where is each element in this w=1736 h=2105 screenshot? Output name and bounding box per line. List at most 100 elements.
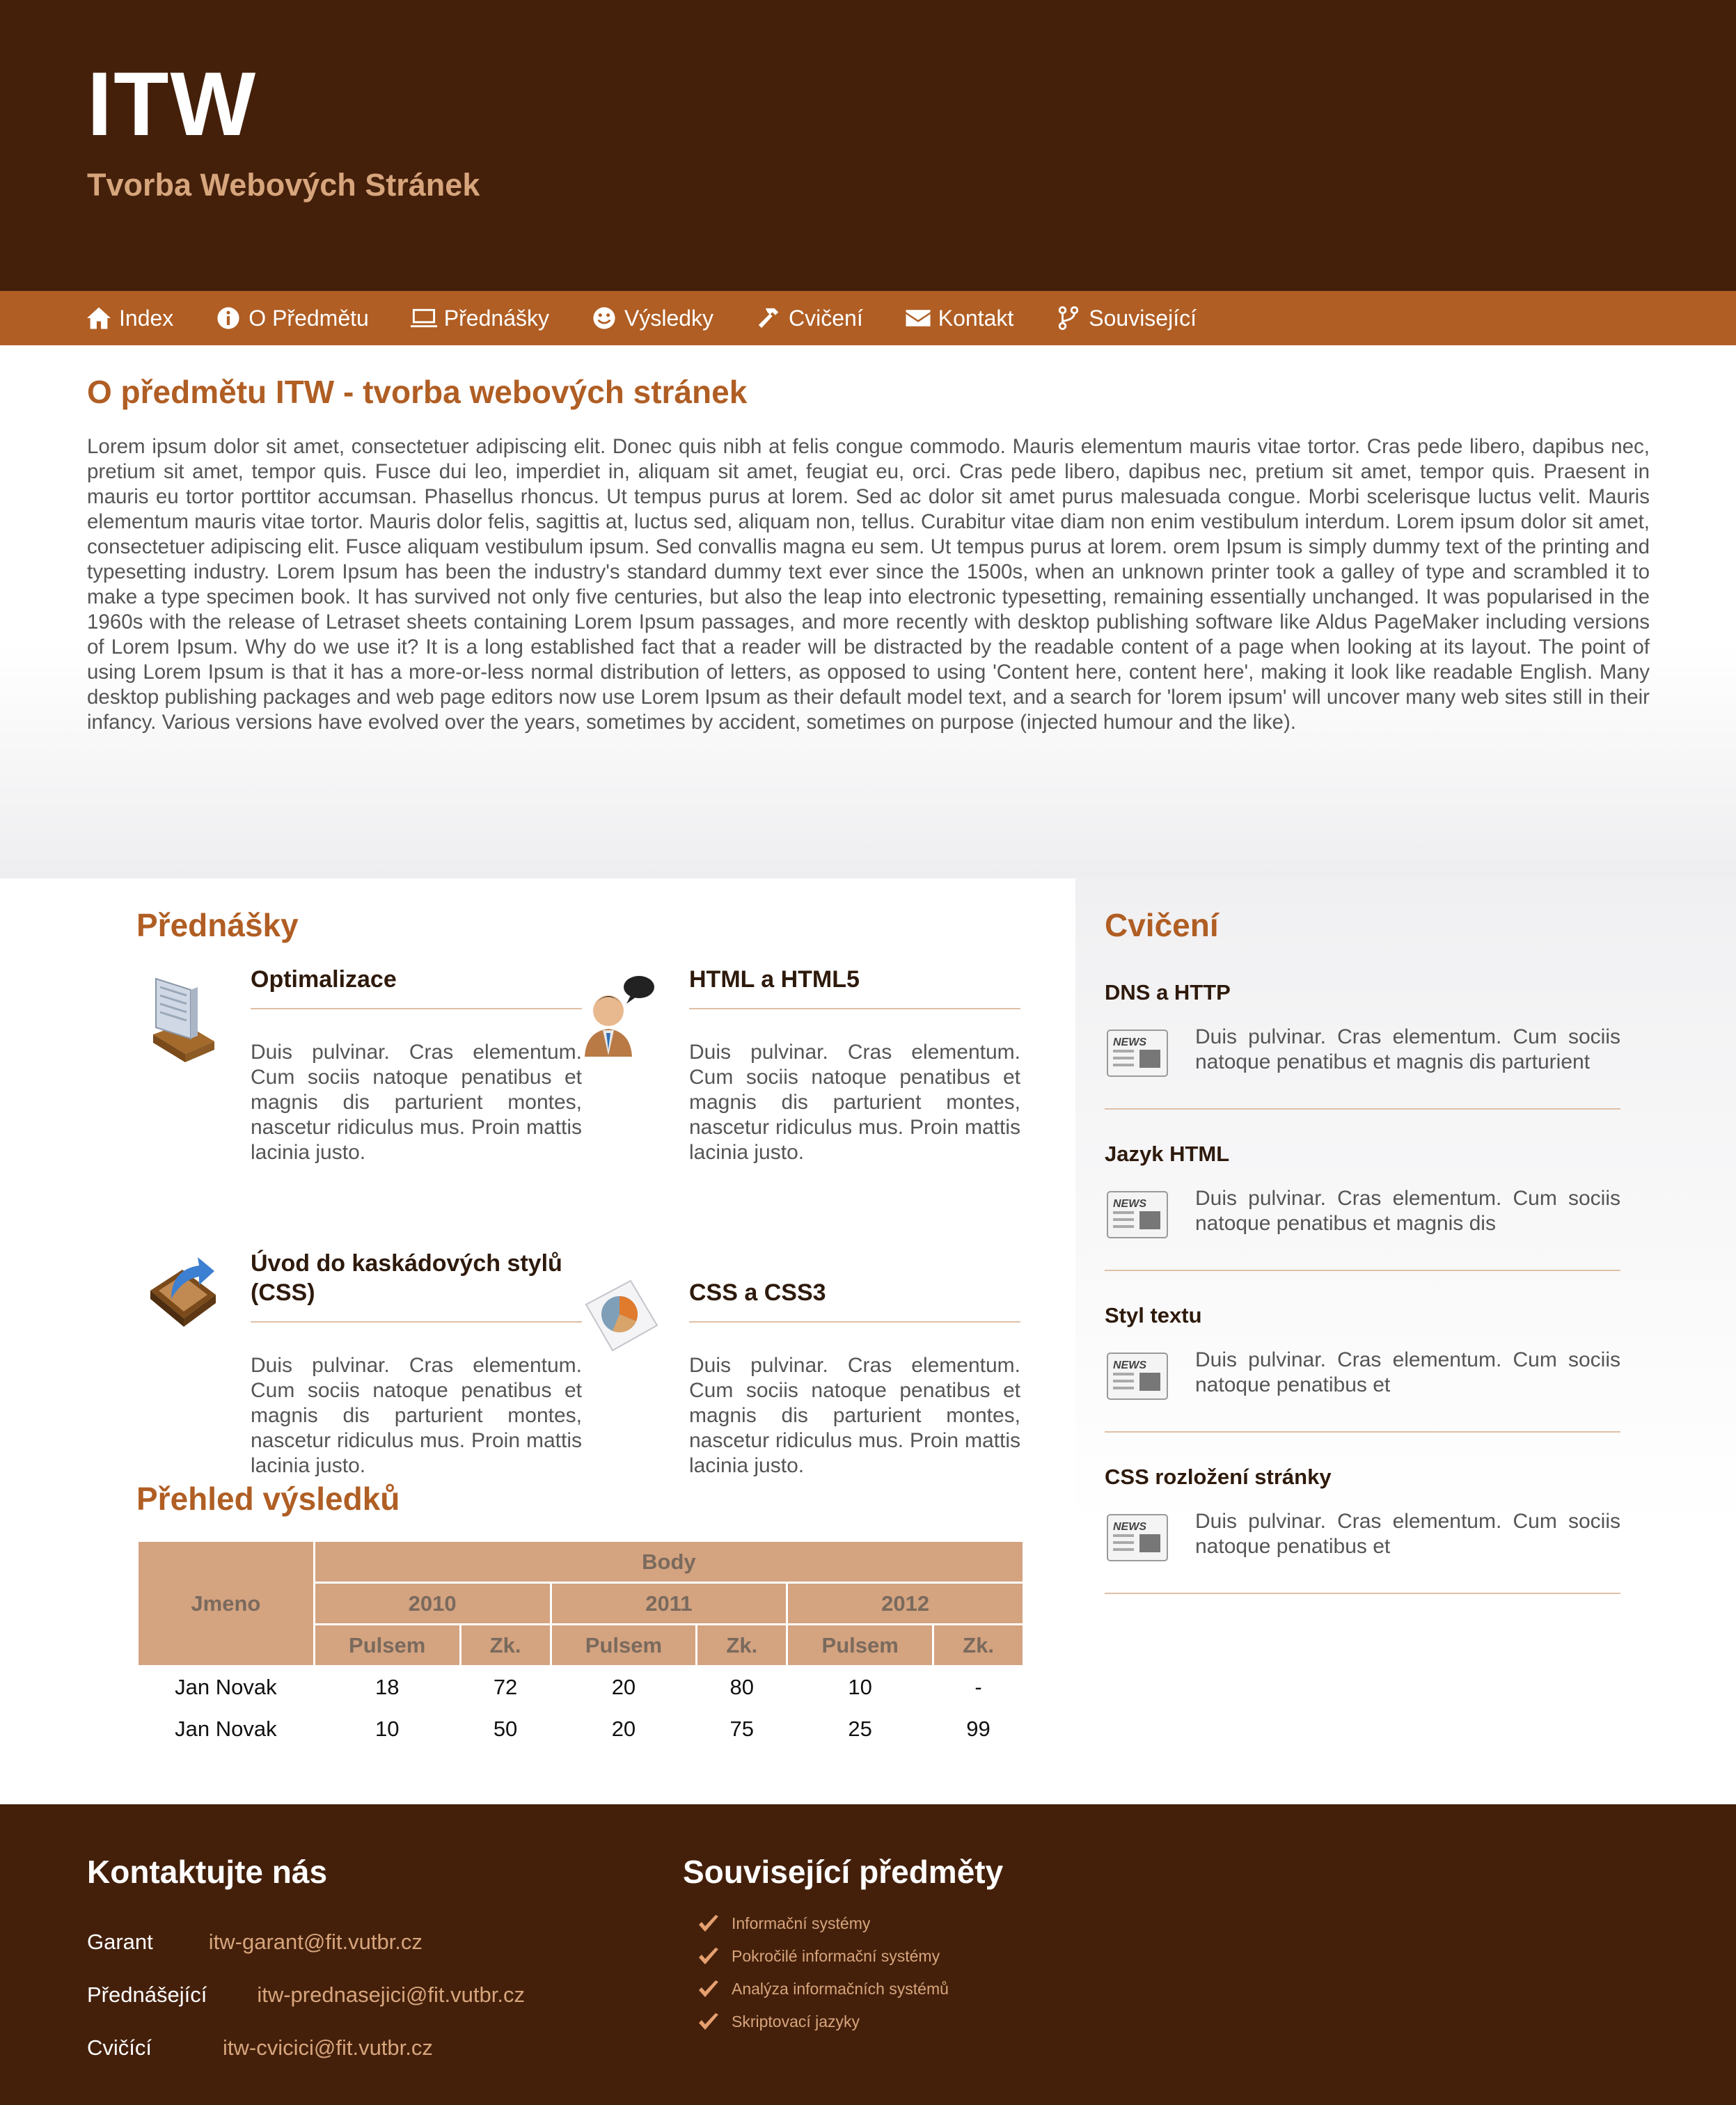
table-row: Jan Novak 18 72 20 80 10 - [138, 1666, 1024, 1708]
results-table: Jmeno Body 2010 2011 2012 Pulsem Zk. Pul… [136, 1540, 1025, 1750]
nav-item-souvisejici[interactable]: Související [1055, 306, 1197, 331]
envelope-icon [906, 310, 931, 326]
divider [1105, 1431, 1620, 1433]
col-header-sub: Pulsem [786, 1623, 935, 1667]
table-cell: 75 [729, 1716, 755, 1741]
results-title: Přehled výsledků [136, 1481, 400, 1517]
divider [1105, 1593, 1620, 1594]
nav-item-vysledky[interactable]: Výsledky [591, 306, 713, 331]
contact-email-link[interactable]: itw-prednasejici@fit.vutbr.cz [257, 1982, 525, 2008]
main-nav: Index O Předmětu Přednášky Výsledky Cvič… [0, 291, 1736, 345]
contact-row: Garant itw-garant@fit.vutbr.cz [87, 1930, 683, 1955]
lectures-results-column: Přednášky Optimalizace Duis pulvinar. Cr… [0, 878, 1075, 1804]
nav-item-o-predmetu[interactable]: O Předmětu [215, 306, 369, 331]
table-row: Jan Novak 10 50 20 75 25 99 [138, 1708, 1024, 1750]
col-header-year: 2012 [786, 1582, 1025, 1625]
lecture-title: HTML a HTML5 [689, 966, 860, 993]
exercise-text: Duis pulvinar. Cras elementum. Cum socii… [1195, 1025, 1620, 1073]
nav-item-label: Přednášky [443, 305, 549, 331]
checkmark-icon [699, 1914, 718, 1932]
contact-row: Přednášející itw-prednasejici@fit.vutbr.… [87, 1982, 683, 2008]
table-cell: 20 [611, 1675, 636, 1700]
checkmark-icon [699, 2012, 718, 2030]
exercise-item[interactable]: Jazyk HTML NEWS Duis pulvinar. Cras elem… [1105, 1142, 1620, 1271]
table-cell: 20 [611, 1716, 636, 1741]
nav-item-label: Cvičení [789, 305, 863, 331]
related-link[interactable]: Pokročilé informační systémy [697, 1940, 1003, 1973]
table-cell: 80 [729, 1675, 755, 1700]
divider [1105, 1108, 1620, 1110]
related-link[interactable]: Skriptovací jazyky [697, 2005, 1003, 2038]
site-header: ITW Tvorba Webových Stránek [0, 0, 1736, 291]
divider [689, 1008, 1020, 1009]
exercise-item[interactable]: Styl textu NEWS Duis pulvinar. Cras elem… [1105, 1303, 1620, 1433]
divider [689, 1321, 1020, 1323]
table-cell: 18 [374, 1675, 400, 1700]
divider [1105, 1270, 1620, 1271]
monitor-icon [410, 308, 437, 328]
nav-item-label: Související [1089, 305, 1197, 331]
news-icon: NEWS [1107, 1514, 1168, 1561]
col-header-sub: Zk. [459, 1623, 552, 1667]
checkmark-icon [699, 1980, 718, 1997]
lecture-title: CSS a CSS3 [689, 1279, 826, 1306]
col-header-body: Body [313, 1540, 1025, 1584]
contact-email-link[interactable]: itw-garant@fit.vutbr.cz [209, 1930, 423, 1955]
books-icon [153, 977, 214, 1062]
nav-item-label: Výsledky [624, 305, 714, 331]
contact-email-link[interactable]: itw-cvicici@fit.vutbr.cz [223, 2035, 433, 2060]
related-link-label: Analýza informačních systémů [732, 1980, 949, 1998]
related-column: Související předměty Informační systémy … [683, 1853, 1003, 2105]
contact-column: Kontaktujte nás Garant itw-garant@fit.vu… [87, 1853, 683, 2105]
nav-item-label: Index [119, 305, 174, 331]
related-link[interactable]: Analýza informačních systémů [697, 1973, 1003, 2005]
lecture-text: Duis pulvinar. Cras elementum. Cum socii… [251, 1354, 582, 1477]
lecture-title: Úvod do kaskádových stylů (CSS) [251, 1250, 562, 1306]
home-icon [87, 307, 111, 329]
related-link-label: Skriptovací jazyky [732, 2012, 860, 2031]
table-cell: Jan Novak [175, 1675, 277, 1700]
nav-item-kontakt[interactable]: Kontakt [905, 305, 1014, 331]
nav-item-cviceni[interactable]: Cvičení [755, 306, 863, 331]
table-cell: - [974, 1675, 982, 1700]
table-cell: 10 [374, 1716, 400, 1741]
contact-title: Kontaktujte nás [87, 1854, 328, 1890]
nav-item-index[interactable]: Index [86, 306, 173, 331]
col-header-sub: Pulsem [313, 1623, 461, 1667]
nav-item-label: Kontakt [938, 305, 1014, 331]
news-icon: NEWS [1107, 1353, 1168, 1400]
exercises-title: Cvičení [1105, 907, 1219, 943]
lecture-text: Duis pulvinar. Cras elementum. Cum socii… [689, 1354, 1020, 1477]
svg-text:NEWS: NEWS [1113, 1198, 1146, 1210]
related-link-label: Informační systémy [732, 1914, 871, 1932]
col-header-sub: Zk. [932, 1623, 1025, 1667]
table-cell: 25 [848, 1716, 872, 1741]
table-cell: 99 [966, 1716, 991, 1741]
svg-text:NEWS: NEWS [1113, 1036, 1146, 1048]
exercise-title: CSS rozložení stránky [1105, 1465, 1332, 1489]
about-text: Lorem ipsum dolor sit amet, consectetuer… [87, 435, 1650, 734]
table-cell: 10 [848, 1675, 872, 1700]
exercise-item[interactable]: DNS a HTTP NEWS Duis pulvinar. Cras elem… [1105, 980, 1620, 1110]
lecture-text: Duis pulvinar. Cras elementum. Cum socii… [251, 1041, 582, 1164]
related-list: Informační systémy Pokročilé informační … [697, 1907, 1003, 2038]
exercise-item[interactable]: CSS rozložení stránky NEWS Duis pulvinar… [1105, 1465, 1620, 1594]
nav-item-prednasky[interactable]: Přednášky [410, 305, 549, 331]
site-footer: Kontaktujte nás Garant itw-garant@fit.vu… [0, 1804, 1736, 2105]
svg-text:NEWS: NEWS [1113, 1521, 1146, 1533]
exercise-text: Duis pulvinar. Cras elementum. Cum socii… [1195, 1187, 1620, 1235]
about-section: O předmětu ITW - tvorba webových stránek… [0, 345, 1736, 878]
exercise-title: Styl textu [1105, 1303, 1202, 1327]
table-cell: 72 [493, 1675, 518, 1700]
exercise-title: DNS a HTTP [1105, 980, 1231, 1004]
col-header-name: Jmeno [136, 1540, 315, 1667]
exercise-title: Jazyk HTML [1105, 1142, 1230, 1166]
related-link[interactable]: Informační systémy [697, 1907, 1003, 1940]
exercise-text: Duis pulvinar. Cras elementum. Cum socii… [1195, 1348, 1620, 1396]
exercises-column: Cvičení DNS a HTTP NEWS Duis pulvinar. C… [1075, 878, 1736, 1804]
about-title: O předmětu ITW - tvorba webových stránek [87, 374, 748, 410]
lectures-title: Přednášky [136, 907, 299, 943]
table-cell: 50 [493, 1716, 518, 1741]
checkmark-icon [699, 1947, 718, 1964]
col-header-sub: Pulsem [549, 1623, 698, 1667]
